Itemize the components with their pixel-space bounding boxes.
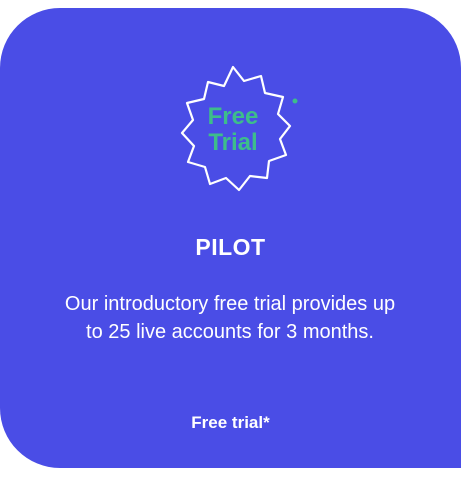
plan-title: PILOT	[195, 234, 266, 260]
pricing-card-pilot: Free Trial PILOT Our introductory free t…	[0, 8, 461, 468]
badge-line-1: Free	[207, 103, 259, 130]
free-trial-badge: Free Trial	[168, 60, 308, 200]
badge-text: Free Trial	[168, 60, 298, 200]
badge-line-2: Trial	[208, 129, 258, 156]
plan-price-label: Free trial*	[191, 413, 270, 432]
plan-description: Our introductory free trial provides up …	[64, 293, 396, 343]
